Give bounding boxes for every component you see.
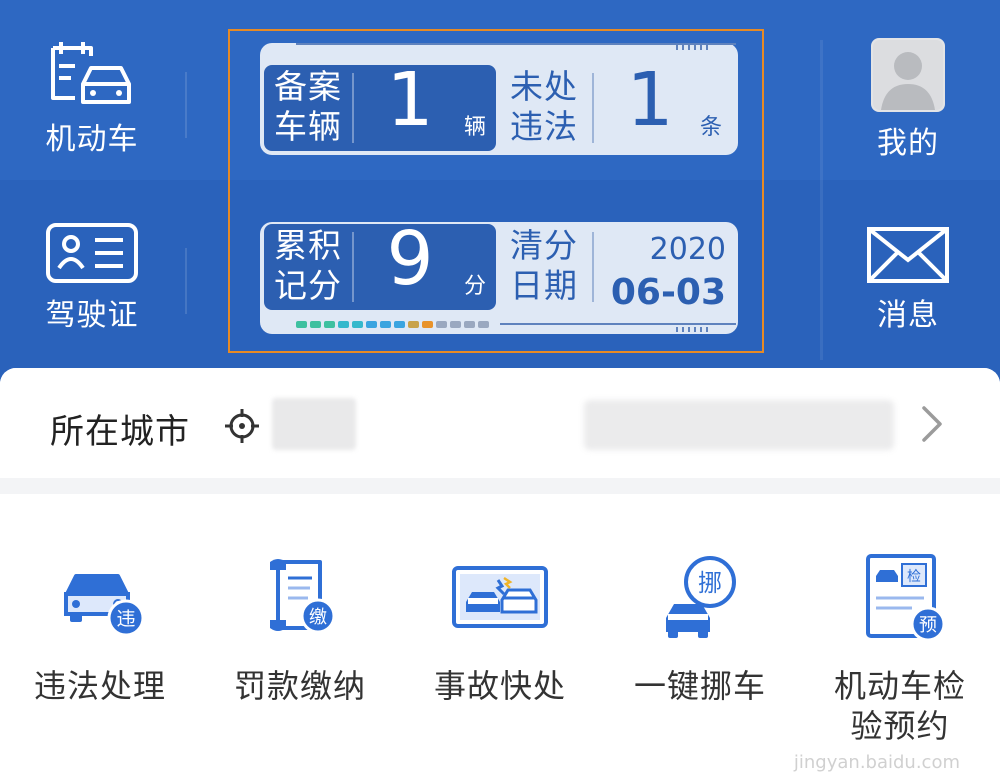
booking-badge: 预: [919, 615, 937, 636]
city-name-blurred: [272, 398, 356, 450]
service-label: 罚款缴纳: [233, 667, 366, 705]
locate-icon[interactable]: [224, 408, 260, 444]
envelope-icon: [867, 227, 949, 283]
messages-button[interactable]: 消息: [858, 226, 958, 334]
payment-badge: 缴: [309, 607, 327, 628]
section-gap: [0, 478, 1000, 494]
header-divider: [820, 40, 823, 360]
service-label: 一键挪车: [633, 667, 766, 705]
profile-button[interactable]: 我的: [858, 38, 958, 162]
inspection-form-icon: 检 预: [866, 554, 946, 642]
service-violation-handling[interactable]: 违 违法处理: [0, 494, 200, 781]
header: 机动车 驾驶证 我的 消息 备案 车辆 1 辆 未处 违法 1 条 累积 记分 …: [0, 0, 1000, 385]
city-selector-row[interactable]: 所在城市: [0, 368, 1000, 478]
car-violation-icon: 违: [64, 574, 145, 637]
watermark: jingyan.baidu.com: [793, 752, 960, 773]
city-detail-blurred: [584, 400, 894, 450]
scroll-payment-icon: 缴: [270, 559, 336, 634]
highlight-frame: [228, 29, 764, 353]
service-label-line: 验预约: [850, 707, 950, 745]
accident-photo-icon: [452, 566, 548, 628]
vehicle-doc-icon: [51, 42, 131, 104]
vehicle-label: 机动车: [45, 122, 139, 157]
chevron-right-icon[interactable]: [918, 404, 946, 444]
service-label: 机动车检 验预约: [834, 666, 966, 746]
vehicle-button[interactable]: 机动车: [30, 40, 154, 158]
header-divider: [185, 72, 187, 138]
service-inspection-booking[interactable]: 检 预 机动车检 验预约: [800, 494, 1000, 781]
service-label-line: 机动车检: [833, 667, 966, 705]
service-fine-payment[interactable]: 缴 罚款缴纳: [200, 494, 400, 781]
service-move-car[interactable]: 挪 一键挪车: [600, 494, 800, 781]
driver-license-button[interactable]: 驾驶证: [30, 222, 154, 334]
city-label: 所在城市: [50, 412, 190, 452]
profile-label: 我的: [877, 126, 939, 161]
header-divider: [185, 248, 187, 314]
move-car-icon: 挪: [666, 556, 736, 638]
service-accident-quick[interactable]: 事故快处: [400, 494, 600, 781]
violation-badge: 违: [116, 608, 135, 630]
inspection-tag: 检: [907, 569, 921, 585]
move-badge: 挪: [698, 569, 722, 597]
content-panel: 所在城市 违 违法处理 缴 罚款缴纳 事故快处 挪 一键挪车 检 预 机动车检 …: [0, 368, 1000, 781]
service-label: 事故快处: [433, 667, 566, 705]
driver-license-label: 驾驶证: [45, 298, 139, 333]
services-grid: 违 违法处理 缴 罚款缴纳 事故快处 挪 一键挪车 检 预 机动车检 验预约: [0, 494, 1000, 781]
avatar: [871, 38, 945, 112]
service-label: 违法处理: [33, 667, 166, 705]
license-card-icon: [46, 223, 138, 283]
messages-label: 消息: [877, 298, 939, 333]
